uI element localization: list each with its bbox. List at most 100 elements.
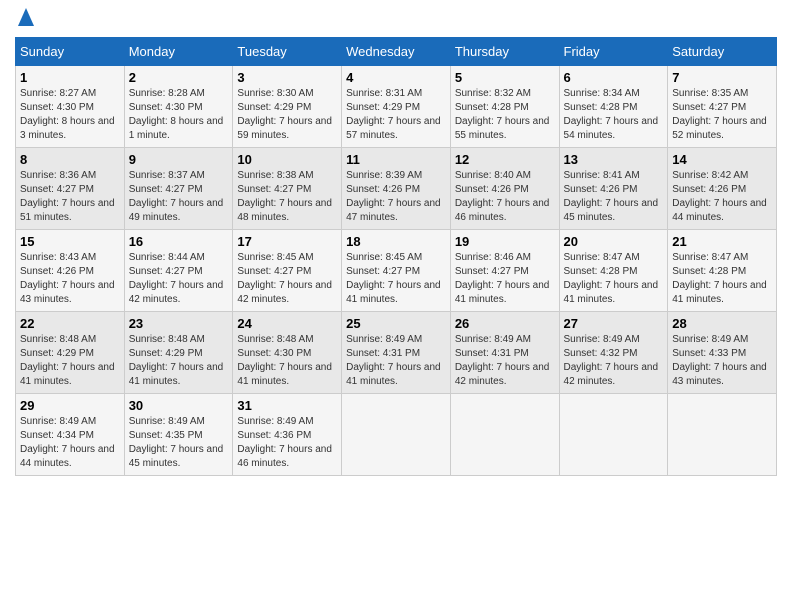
- calendar-table: SundayMondayTuesdayWednesdayThursdayFrid…: [15, 37, 777, 476]
- cell-info: Sunrise: 8:48 AMSunset: 4:29 PMDaylight:…: [20, 334, 115, 387]
- cell-info: Sunrise: 8:48 AMSunset: 4:30 PMDaylight:…: [237, 334, 332, 387]
- calendar-cell: 20 Sunrise: 8:47 AMSunset: 4:28 PMDayligh…: [559, 230, 668, 312]
- calendar-cell: 28Sunrise: 8:49 AMSunset: 4:33 PMDayligh…: [668, 312, 777, 394]
- calendar-cell: 9 Sunrise: 8:37 AMSunset: 4:27 PMDaylight…: [124, 148, 233, 230]
- calendar-cell: 3 Sunrise: 8:30 AMSunset: 4:29 PMDaylight…: [233, 66, 342, 148]
- calendar-cell: 13 Sunrise: 8:41 AMSunset: 4:26 PMDayligh…: [559, 148, 668, 230]
- cell-info: Sunrise: 8:48 AMSunset: 4:29 PMDaylight:…: [129, 334, 224, 387]
- cell-info: Sunrise: 8:47 AMSunset: 4:28 PMDaylight:…: [672, 252, 767, 305]
- calendar-cell: [450, 394, 559, 476]
- day-number: 18: [346, 234, 446, 249]
- day-number: 23: [129, 316, 229, 331]
- day-number: 5: [455, 70, 555, 85]
- cell-info: Sunrise: 8:37 AMSunset: 4:27 PMDaylight:…: [129, 170, 224, 223]
- day-number: 17: [237, 234, 337, 249]
- cell-info: Sunrise: 8:34 AMSunset: 4:28 PMDaylight:…: [564, 88, 659, 141]
- calendar-cell: 11 Sunrise: 8:39 AMSunset: 4:26 PMDayligh…: [342, 148, 451, 230]
- col-header-tuesday: Tuesday: [233, 38, 342, 66]
- calendar-cell: 14 Sunrise: 8:42 AMSunset: 4:26 PMDayligh…: [668, 148, 777, 230]
- cell-info: Sunrise: 8:47 AMSunset: 4:28 PMDaylight:…: [564, 252, 659, 305]
- calendar-cell: 27 Sunrise: 8:49 AMSunset: 4:32 PMDayligh…: [559, 312, 668, 394]
- cell-info: Sunrise: 8:38 AMSunset: 4:27 PMDaylight:…: [237, 170, 332, 223]
- calendar-cell: 23 Sunrise: 8:48 AMSunset: 4:29 PMDayligh…: [124, 312, 233, 394]
- day-number: 30: [129, 398, 229, 413]
- calendar-cell: 31 Sunrise: 8:49 AMSunset: 4:36 PMDayligh…: [233, 394, 342, 476]
- day-number: 20: [564, 234, 664, 249]
- cell-info: Sunrise: 8:44 AMSunset: 4:27 PMDaylight:…: [129, 252, 224, 305]
- calendar-cell: 6 Sunrise: 8:34 AMSunset: 4:28 PMDaylight…: [559, 66, 668, 148]
- cell-info: Sunrise: 8:27 AMSunset: 4:30 PMDaylight:…: [20, 88, 115, 141]
- calendar-cell: 17Sunrise: 8:45 AMSunset: 4:27 PMDayligh…: [233, 230, 342, 312]
- calendar-cell: [668, 394, 777, 476]
- cell-info: Sunrise: 8:43 AMSunset: 4:26 PMDaylight:…: [20, 252, 115, 305]
- cell-info: Sunrise: 8:45 AMSunset: 4:27 PMDaylight:…: [346, 252, 441, 305]
- day-number: 27: [564, 316, 664, 331]
- day-number: 14: [672, 152, 772, 167]
- day-number: 22: [20, 316, 120, 331]
- cell-info: Sunrise: 8:30 AMSunset: 4:29 PMDaylight:…: [237, 88, 332, 141]
- cell-info: Sunrise: 8:41 AMSunset: 4:26 PMDaylight:…: [564, 170, 659, 223]
- cell-info: Sunrise: 8:49 AMSunset: 4:31 PMDaylight:…: [455, 334, 550, 387]
- col-header-sunday: Sunday: [16, 38, 125, 66]
- day-number: 19: [455, 234, 555, 249]
- day-number: 21: [672, 234, 772, 249]
- day-number: 9: [129, 152, 229, 167]
- day-number: 13: [564, 152, 664, 167]
- calendar-cell: 16 Sunrise: 8:44 AMSunset: 4:27 PMDayligh…: [124, 230, 233, 312]
- calendar-cell: 30 Sunrise: 8:49 AMSunset: 4:35 PMDayligh…: [124, 394, 233, 476]
- calendar-cell: 22 Sunrise: 8:48 AMSunset: 4:29 PMDayligh…: [16, 312, 125, 394]
- day-number: 4: [346, 70, 446, 85]
- cell-info: Sunrise: 8:49 AMSunset: 4:31 PMDaylight:…: [346, 334, 441, 387]
- day-number: 11: [346, 152, 446, 167]
- col-header-friday: Friday: [559, 38, 668, 66]
- cell-info: Sunrise: 8:49 AMSunset: 4:32 PMDaylight:…: [564, 334, 659, 387]
- cell-info: Sunrise: 8:31 AMSunset: 4:29 PMDaylight:…: [346, 88, 441, 141]
- calendar-cell: 2 Sunrise: 8:28 AMSunset: 4:30 PMDaylight…: [124, 66, 233, 148]
- col-header-monday: Monday: [124, 38, 233, 66]
- calendar-cell: 29 Sunrise: 8:49 AMSunset: 4:34 PMDayligh…: [16, 394, 125, 476]
- day-number: 2: [129, 70, 229, 85]
- calendar-cell: 5 Sunrise: 8:32 AMSunset: 4:28 PMDaylight…: [450, 66, 559, 148]
- day-number: 7: [672, 70, 772, 85]
- day-number: 6: [564, 70, 664, 85]
- calendar-cell: 19 Sunrise: 8:46 AMSunset: 4:27 PMDayligh…: [450, 230, 559, 312]
- day-number: 16: [129, 234, 229, 249]
- calendar-cell: 15 Sunrise: 8:43 AMSunset: 4:26 PMDayligh…: [16, 230, 125, 312]
- calendar-cell: [342, 394, 451, 476]
- cell-info: Sunrise: 8:49 AMSunset: 4:34 PMDaylight:…: [20, 416, 115, 469]
- cell-info: Sunrise: 8:28 AMSunset: 4:30 PMDaylight:…: [129, 88, 224, 141]
- cell-info: Sunrise: 8:36 AMSunset: 4:27 PMDaylight:…: [20, 170, 115, 223]
- col-header-wednesday: Wednesday: [342, 38, 451, 66]
- calendar-cell: 24 Sunrise: 8:48 AMSunset: 4:30 PMDayligh…: [233, 312, 342, 394]
- cell-info: Sunrise: 8:42 AMSunset: 4:26 PMDaylight:…: [672, 170, 767, 223]
- day-number: 29: [20, 398, 120, 413]
- calendar-cell: 26Sunrise: 8:49 AMSunset: 4:31 PMDayligh…: [450, 312, 559, 394]
- cell-info: Sunrise: 8:32 AMSunset: 4:28 PMDaylight:…: [455, 88, 550, 141]
- calendar-cell: 7 Sunrise: 8:35 AMSunset: 4:27 PMDaylight…: [668, 66, 777, 148]
- col-header-thursday: Thursday: [450, 38, 559, 66]
- cell-info: Sunrise: 8:49 AMSunset: 4:36 PMDaylight:…: [237, 416, 332, 469]
- cell-info: Sunrise: 8:40 AMSunset: 4:26 PMDaylight:…: [455, 170, 550, 223]
- calendar-cell: 25Sunrise: 8:49 AMSunset: 4:31 PMDayligh…: [342, 312, 451, 394]
- page-header: [15, 10, 777, 31]
- cell-info: Sunrise: 8:49 AMSunset: 4:35 PMDaylight:…: [129, 416, 224, 469]
- calendar-cell: 18 Sunrise: 8:45 AMSunset: 4:27 PMDayligh…: [342, 230, 451, 312]
- day-number: 24: [237, 316, 337, 331]
- calendar-cell: 12 Sunrise: 8:40 AMSunset: 4:26 PMDayligh…: [450, 148, 559, 230]
- cell-info: Sunrise: 8:35 AMSunset: 4:27 PMDaylight:…: [672, 88, 767, 141]
- day-number: 28: [672, 316, 772, 331]
- calendar-cell: 1 Sunrise: 8:27 AMSunset: 4:30 PMDaylight…: [16, 66, 125, 148]
- logo-icon: [18, 8, 34, 26]
- logo: [15, 14, 34, 31]
- calendar-cell: 10 Sunrise: 8:38 AMSunset: 4:27 PMDayligh…: [233, 148, 342, 230]
- calendar-cell: 4 Sunrise: 8:31 AMSunset: 4:29 PMDaylight…: [342, 66, 451, 148]
- day-number: 3: [237, 70, 337, 85]
- day-number: 15: [20, 234, 120, 249]
- day-number: 12: [455, 152, 555, 167]
- day-number: 10: [237, 152, 337, 167]
- calendar-cell: 8Sunrise: 8:36 AMSunset: 4:27 PMDaylight…: [16, 148, 125, 230]
- day-number: 1: [20, 70, 120, 85]
- day-number: 31: [237, 398, 337, 413]
- cell-info: Sunrise: 8:39 AMSunset: 4:26 PMDaylight:…: [346, 170, 441, 223]
- cell-info: Sunrise: 8:46 AMSunset: 4:27 PMDaylight:…: [455, 252, 550, 305]
